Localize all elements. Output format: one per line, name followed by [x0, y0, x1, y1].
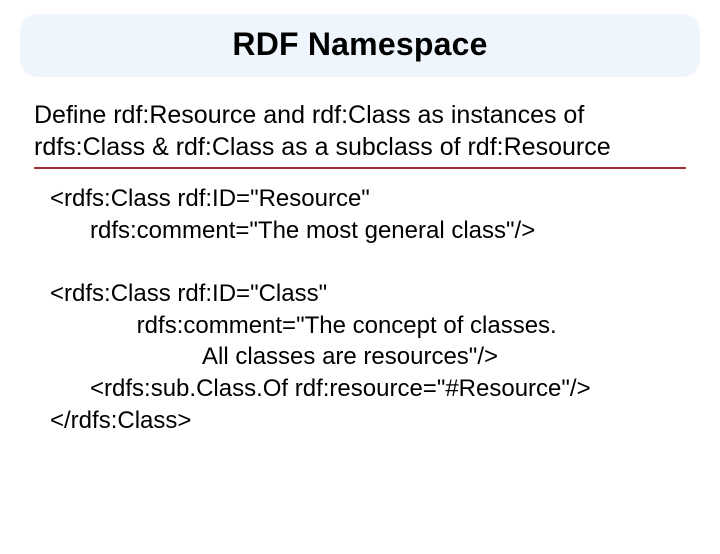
code-line: <rdfs:Class rdf:ID="Class" — [50, 280, 327, 307]
code-line: <rdfs:Class rdf:ID="Resource" — [50, 185, 370, 212]
code-block: <rdfs:Class rdf:ID="Resource" rdfs:comme… — [50, 183, 686, 436]
code-line: rdfs:comment="The concept of classes. — [50, 312, 557, 339]
code-line: <rdfs:sub.Class.Of rdf:resource="#Resour… — [50, 375, 591, 402]
slide-title: RDF Namespace — [30, 26, 690, 63]
slide: RDF Namespace Define rdf:Resource and rd… — [0, 14, 720, 554]
title-bar: RDF Namespace — [20, 14, 700, 77]
intro-line-2: rdfs:Class & rdf:Class as a subclass of … — [34, 133, 611, 161]
code-line: All classes are resources"/> — [50, 343, 498, 370]
code-line: rdfs:comment="The most general class"/> — [50, 217, 535, 244]
intro-text: Define rdf:Resource and rdf:Class as ins… — [34, 99, 686, 169]
code-line: </rdfs:Class> — [50, 407, 191, 434]
intro-line-1: Define rdf:Resource and rdf:Class as ins… — [34, 101, 584, 129]
